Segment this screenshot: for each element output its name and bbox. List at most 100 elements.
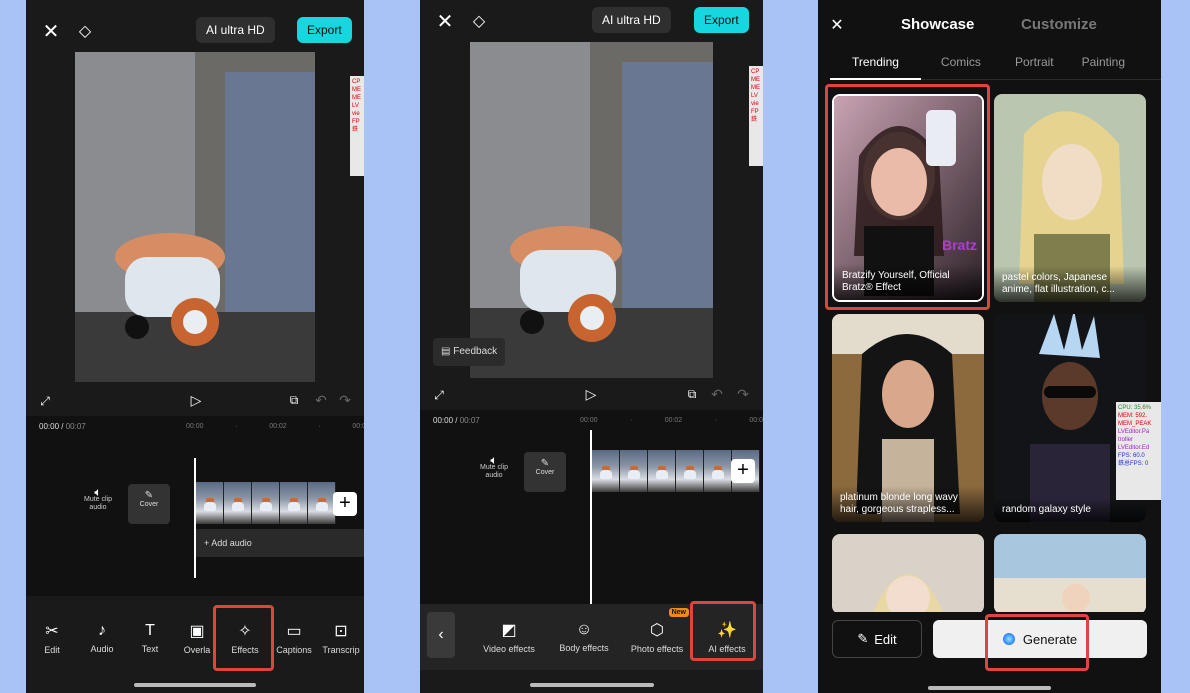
- music-icon: ♪: [98, 622, 106, 640]
- export-button[interactable]: Export: [297, 17, 352, 43]
- card-caption: platinum blonde long wavy hair, gorgeous…: [832, 486, 984, 522]
- debug-line: FPS: 60.0: [1118, 452, 1159, 460]
- effect-card[interactable]: platinum blonde long wavy hair, gorgeous…: [832, 314, 984, 522]
- play-icon[interactable]: ▷: [186, 390, 206, 410]
- top-bar: ✕ ◇ AI ultra HD Export: [26, 0, 364, 60]
- close-icon[interactable]: ✕: [434, 10, 456, 32]
- tab-painting[interactable]: Painting: [1076, 52, 1125, 80]
- timeline[interactable]: 00:00 / 00:07 00:00 · 00:02 · 00:0 🔈︎ Mu…: [420, 410, 763, 604]
- tool-text[interactable]: TText: [126, 608, 174, 668]
- photo-effects-button[interactable]: New ⬡Photo effects: [619, 604, 695, 670]
- video-track[interactable]: [196, 482, 336, 524]
- mute-label: Mute clip audio: [476, 464, 512, 480]
- clip-frame: [280, 482, 308, 524]
- close-icon[interactable]: ✕: [826, 14, 848, 36]
- back-button[interactable]: ‹: [427, 612, 455, 658]
- tool-edit[interactable]: ✂ Edit: [26, 608, 78, 668]
- time-ticks: 00:00 · 00:02 · 00:0: [580, 417, 763, 424]
- showcase-header: ✕ Showcase Customize: [818, 0, 1161, 48]
- tool-captions[interactable]: ▭Captions: [270, 608, 318, 668]
- keyframe-icon[interactable]: ⧉: [682, 384, 702, 404]
- card-caption: random galaxy style: [994, 498, 1146, 522]
- cover-button[interactable]: ✎ Cover: [524, 452, 566, 492]
- pencil-icon: ✎: [524, 458, 566, 469]
- time-readout: 00:00 / 00:07: [39, 422, 86, 431]
- undo-icon[interactable]: ↶: [312, 390, 330, 410]
- new-badge: New: [669, 608, 689, 617]
- tool-audio[interactable]: ♪ Audio: [78, 608, 126, 668]
- mute-label: Mute clip audio: [80, 496, 116, 512]
- tab-showcase[interactable]: Showcase: [901, 16, 974, 33]
- fullscreen-icon[interactable]: ⤢: [36, 392, 54, 410]
- tool-label: Photo effects: [631, 644, 683, 654]
- pencil-icon: ✎: [857, 631, 868, 647]
- tool-label: Edit: [44, 645, 60, 655]
- tick-label: ·: [318, 423, 320, 430]
- add-clip-button[interactable]: +: [333, 492, 357, 516]
- tick-label: 00:0: [749, 417, 763, 424]
- add-clip-button[interactable]: +: [731, 459, 755, 483]
- tab-trending[interactable]: Trending: [830, 52, 921, 80]
- clip-frame: [196, 482, 224, 524]
- transcript-icon: ⊡: [334, 621, 347, 641]
- tool-label: Audio: [90, 644, 113, 654]
- video-effects-icon: ◩: [501, 620, 516, 640]
- play-icon[interactable]: ▷: [581, 384, 601, 404]
- speaker-icon: 🔈︎: [80, 488, 116, 496]
- export-button[interactable]: Export: [694, 7, 749, 33]
- debug-line: LV: [352, 102, 362, 110]
- timeline[interactable]: 00:00 / 00:07 00:00 · 00:02 · 00:0 🔈︎ Mu…: [26, 416, 364, 596]
- debug-overlay: CP ME ME LV vie FP 鉄: [350, 76, 364, 176]
- preview-image: [470, 42, 713, 378]
- tutorial-icon[interactable]: ◇: [74, 20, 96, 42]
- mute-clip-audio-button[interactable]: 🔈︎ Mute clip audio: [476, 456, 512, 480]
- tool-label: Text: [142, 644, 159, 654]
- debug-overlay: CP ME ME LV vie FP 鉄: [749, 66, 763, 166]
- body-effects-icon: ☺: [576, 621, 592, 639]
- clip-frame: [676, 450, 704, 492]
- effect-card[interactable]: [994, 534, 1146, 614]
- body-effects-button[interactable]: ☺Body effects: [549, 604, 619, 670]
- tab-comics[interactable]: Comics: [921, 52, 1003, 80]
- debug-line: 鉄: [751, 116, 761, 124]
- card-caption: pastel colors, Japanese anime, flat illu…: [994, 266, 1146, 302]
- tutorial-icon[interactable]: ◇: [468, 10, 490, 32]
- tab-portrait[interactable]: Portrait: [1003, 52, 1076, 80]
- tick-label: 00:02: [665, 417, 683, 424]
- feedback-icon: ▤: [441, 346, 453, 357]
- debug-line: ME: [352, 94, 362, 102]
- video-preview[interactable]: [75, 52, 315, 382]
- tick-label: 00:0: [352, 423, 364, 430]
- quality-dropdown[interactable]: AI ultra HD: [592, 7, 671, 33]
- video-effects-button[interactable]: ◩Video effects: [469, 604, 549, 670]
- add-audio-button[interactable]: + Add audio: [196, 529, 364, 557]
- keyframe-icon[interactable]: ⧉: [284, 390, 304, 410]
- clip-frame: [648, 450, 676, 492]
- debug-line: LVEditor.Ed: [1118, 444, 1159, 452]
- effect-card[interactable]: pastel colors, Japanese anime, flat illu…: [994, 94, 1146, 302]
- debug-line: MEM: 592.: [1118, 412, 1159, 420]
- speaker-icon: 🔈︎: [476, 456, 512, 464]
- fullscreen-icon[interactable]: ⤢: [430, 386, 448, 404]
- video-preview[interactable]: [470, 42, 713, 378]
- close-icon[interactable]: ✕: [40, 20, 62, 42]
- edit-button[interactable]: ✎Edit: [832, 620, 922, 658]
- scissors-icon: ✂: [45, 621, 58, 641]
- quality-dropdown[interactable]: AI ultra HD: [196, 17, 275, 43]
- time-total: 00:07: [66, 422, 86, 431]
- debug-line: CP: [352, 78, 362, 86]
- debug-line: vie: [352, 110, 362, 118]
- effect-card[interactable]: [832, 534, 984, 614]
- undo-icon[interactable]: ↶: [708, 384, 726, 404]
- feedback-button[interactable]: ▤ Feedback: [433, 338, 505, 366]
- tab-customize[interactable]: Customize: [1021, 16, 1097, 33]
- mute-clip-audio-button[interactable]: 🔈︎ Mute clip audio: [80, 488, 116, 512]
- cover-button[interactable]: ✎ Cover: [128, 484, 170, 524]
- debug-line: LV: [751, 92, 761, 100]
- tool-transcript[interactable]: ⊡Transcrip: [318, 608, 364, 668]
- redo-icon[interactable]: ↷: [734, 384, 752, 404]
- highlight-effects: [213, 605, 274, 671]
- redo-icon[interactable]: ↷: [336, 390, 354, 410]
- tick-label: ·: [715, 417, 717, 424]
- debug-line: vie: [751, 100, 761, 108]
